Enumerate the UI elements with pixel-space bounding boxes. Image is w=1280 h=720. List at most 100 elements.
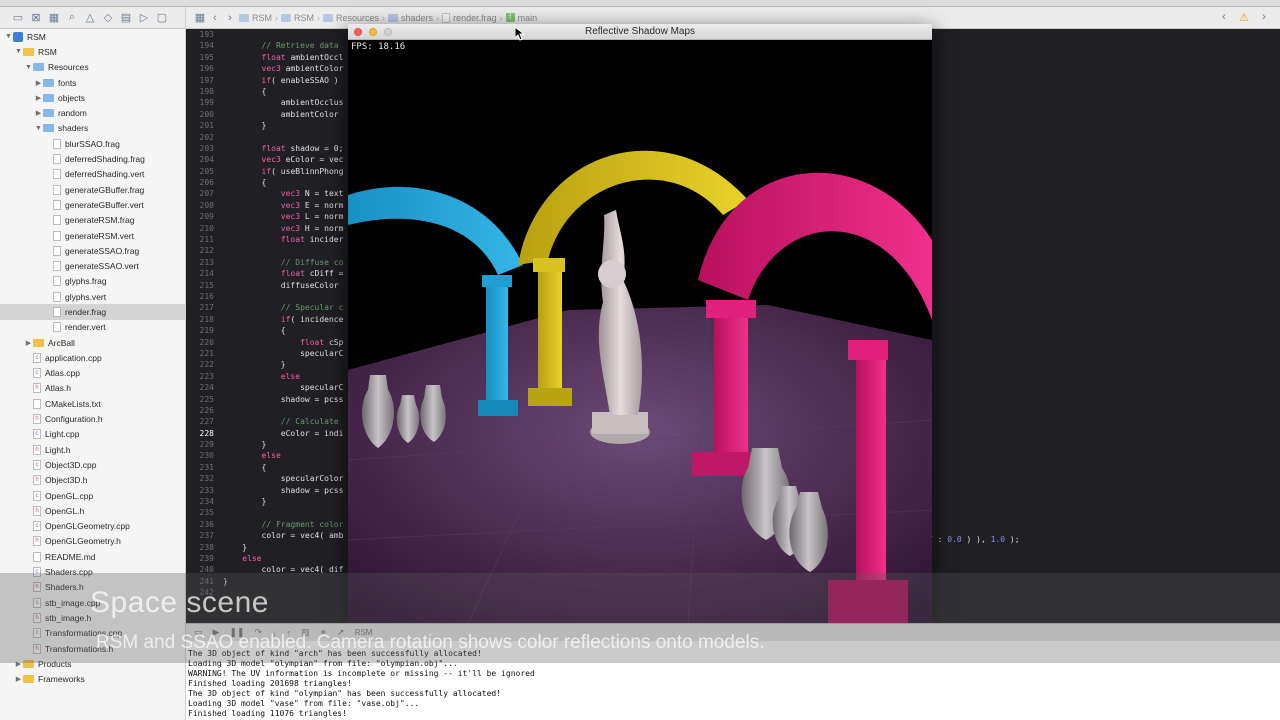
chevron-right-icon[interactable]: ▶	[34, 109, 43, 117]
chevron-down-icon[interactable]: ▼	[24, 64, 33, 71]
sidebar-item-label: OpenGLGeometry.cpp	[45, 521, 130, 532]
grid-icon[interactable]: ▦	[194, 12, 206, 24]
line-number: 205	[199, 166, 214, 176]
sidebar-item-light-cpp[interactable]: c Light.cpp	[0, 427, 185, 442]
breadcrumb-item[interactable]: shaders	[388, 13, 433, 23]
sidebar-item-rsm[interactable]: ▼ RSM	[0, 29, 185, 44]
sidebar-item-generatessao-vert[interactable]: generateSSAO.vert	[0, 258, 185, 273]
breadcrumb-separator: ›	[275, 12, 278, 23]
sidebar-item-configuration-h[interactable]: h Configuration.h	[0, 411, 185, 426]
sidebar-item-render-vert[interactable]: render.vert	[0, 320, 185, 335]
sidebar-item-atlas-cpp[interactable]: c Atlas.cpp	[0, 366, 185, 381]
chevron-right-icon[interactable]: ▶	[24, 339, 33, 347]
sidebar-item-openglgeometry-cpp[interactable]: c OpenGLGeometry.cpp	[0, 519, 185, 534]
line-number: 198	[199, 86, 214, 96]
chevron-left-icon[interactable]: ‹	[1218, 11, 1230, 23]
chevron-down-icon[interactable]: ▼	[4, 33, 13, 40]
file-icon	[53, 291, 61, 302]
sidebar-item-objects[interactable]: ▶ objects	[0, 90, 185, 105]
warning-icon[interactable]: ⚠	[1238, 11, 1250, 24]
test-navigator-icon[interactable]: ◇	[102, 12, 114, 24]
chevron-right-icon[interactable]: ▶	[14, 675, 23, 683]
line-number: 210	[199, 223, 214, 233]
sidebar-item-light-h[interactable]: h Light.h	[0, 442, 185, 457]
sidebar-item-label: generateSSAO.vert	[65, 261, 139, 272]
sidebar-item-label: Object3D.h	[45, 475, 88, 486]
sidebar-item-object3d-cpp[interactable]: c Object3D.cpp	[0, 457, 185, 472]
chevron-right-icon[interactable]: ›	[224, 12, 236, 24]
sidebar-item-cmakelists-txt[interactable]: CMakeLists.txt	[0, 396, 185, 411]
sidebar-item-generatersm-frag[interactable]: generateRSM.frag	[0, 213, 185, 228]
sidebar-item-render-frag[interactable]: render.frag	[0, 304, 185, 320]
cpp-file-icon: c	[33, 490, 41, 501]
sidebar-item-fonts[interactable]: ▶ fonts	[0, 75, 185, 90]
sidebar-item-label: RSM	[38, 46, 57, 57]
breadcrumb-label: RSM	[252, 12, 272, 23]
close-icon[interactable]	[354, 28, 362, 36]
issue-navigator-icon[interactable]: △	[84, 12, 96, 24]
breadcrumb-item[interactable]: RSM	[281, 13, 314, 23]
sidebar-item-openglgeometry-h[interactable]: h OpenGLGeometry.h	[0, 534, 185, 549]
sidebar-item-frameworks[interactable]: ▶ Frameworks	[0, 671, 185, 686]
chevron-right-icon[interactable]: ▶	[34, 79, 43, 87]
sidebar-item-shaders[interactable]: ▼ shaders	[0, 121, 185, 136]
chevron-right-icon[interactable]: ›	[1258, 11, 1270, 23]
code-number: 1.0	[990, 535, 1006, 544]
group-folder-icon	[23, 47, 34, 56]
render-window-titlebar[interactable]: Reflective Shadow Maps	[348, 24, 932, 40]
chevron-down-icon[interactable]: ▼	[34, 125, 43, 132]
line-number: 203	[199, 143, 214, 153]
chevron-down-icon[interactable]: ▼	[14, 48, 23, 55]
sidebar-item-generatersm-vert[interactable]: generateRSM.vert	[0, 228, 185, 243]
code-keyword: vec3	[280, 223, 301, 233]
sidebar-item-opengl-h[interactable]: h OpenGL.h	[0, 503, 185, 518]
breadcrumb-separator: ›	[436, 12, 440, 23]
sidebar-item-generategbuffer-vert[interactable]: generateGBuffer.vert	[0, 197, 185, 212]
sidebar-item-label: Light.cpp	[45, 429, 80, 440]
sidebar-item-generatessao-frag[interactable]: generateSSAO.frag	[0, 243, 185, 258]
sidebar-item-label: Configuration.h	[45, 414, 103, 425]
sidebar-item-deferredshading-frag[interactable]: deferredShading.frag	[0, 151, 185, 166]
rendered-scene[interactable]	[348, 40, 932, 624]
sidebar-item-label: generateSSAO.frag	[65, 245, 140, 256]
report-navigator-icon[interactable]: ▢	[156, 12, 168, 24]
chevron-left-icon[interactable]: ‹	[209, 12, 221, 24]
code-keyword: float	[261, 52, 286, 62]
sidebar-item-rsm[interactable]: ▼ RSM	[0, 44, 185, 59]
breadcrumb-item[interactable]: render.frag	[442, 12, 497, 23]
cpp-file-icon: c	[33, 368, 41, 379]
folder-navigator-icon[interactable]: ▭	[12, 12, 24, 24]
find-navigator-icon[interactable]: ⌕	[66, 11, 78, 24]
sidebar-item-glyphs-frag[interactable]: glyphs.frag	[0, 274, 185, 289]
subtitle-title: Space scene	[90, 586, 269, 619]
sidebar-item-readme-md[interactable]: README.md	[0, 549, 185, 564]
minimize-icon[interactable]	[369, 28, 377, 36]
sidebar-item-deferredshading-vert[interactable]: deferredShading.vert	[0, 167, 185, 182]
symbol-navigator-icon[interactable]: ▦	[48, 12, 60, 24]
sidebar-item-generategbuffer-frag[interactable]: generateGBuffer.frag	[0, 182, 185, 197]
source-control-icon[interactable]: ⊠	[30, 12, 42, 24]
navigator-selector-bar: ▭ ⊠ ▦ ⌕ △ ◇ ▤ ▷ ▢	[0, 7, 186, 28]
debug-navigator-icon[interactable]: ▤	[120, 12, 132, 24]
sidebar-item-label: glyphs.vert	[65, 291, 107, 302]
sidebar-item-arcball[interactable]: ▶ ArcBall	[0, 335, 185, 350]
sidebar-item-object3d-h[interactable]: h Object3D.h	[0, 473, 185, 488]
sidebar-item-atlas-h[interactable]: h Atlas.h	[0, 381, 185, 396]
sidebar-item-application-cpp[interactable]: c application.cpp	[0, 350, 185, 365]
breakpoint-navigator-icon[interactable]: ▷	[138, 12, 150, 24]
sidebar-item-resources[interactable]: ▼ Resources	[0, 60, 185, 75]
chevron-right-icon[interactable]: ▶	[34, 94, 43, 102]
line-number: 195	[199, 52, 214, 62]
code-keyword: else	[280, 371, 301, 381]
breadcrumb-item[interactable]: Resources	[323, 13, 379, 23]
sidebar-item-random[interactable]: ▶ random	[0, 105, 185, 120]
breadcrumb-item[interactable]: f main	[505, 13, 537, 23]
zoom-icon[interactable]	[384, 28, 392, 36]
sidebar-item-label: Object3D.cpp	[45, 459, 97, 470]
sidebar-item-opengl-cpp[interactable]: c OpenGL.cpp	[0, 488, 185, 503]
sidebar-item-blurssao-frag[interactable]: blurSSAO.frag	[0, 136, 185, 151]
sidebar-item-glyphs-vert[interactable]: glyphs.vert	[0, 289, 185, 304]
render-window[interactable]: Reflective Shadow Maps FPS: 18.16	[348, 24, 932, 624]
sidebar-item-label: random	[58, 108, 87, 119]
breadcrumb-item[interactable]: RSM	[239, 13, 272, 23]
